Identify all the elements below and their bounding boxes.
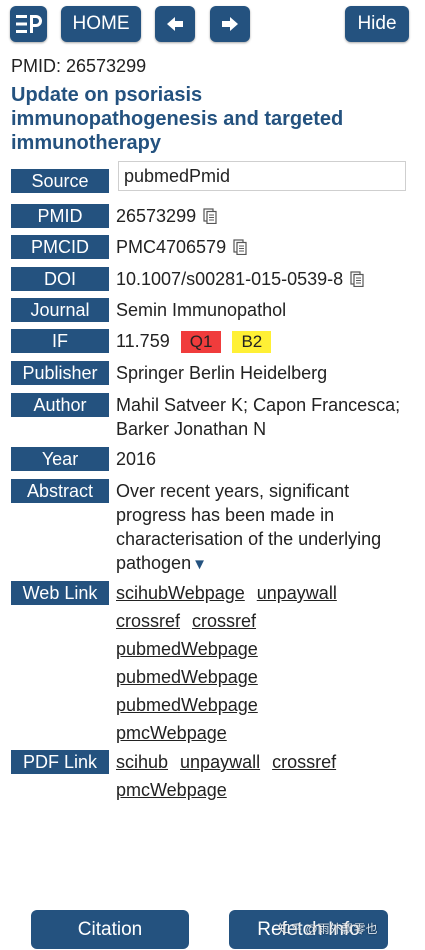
previous-button[interactable] [155,6,195,42]
web-link-crossref[interactable]: crossref [116,611,180,631]
grade-badge: B2 [232,331,272,353]
next-button[interactable] [210,6,250,42]
toolbar: HOME Hide [10,6,409,42]
pmcid-value-wrap: PMC4706579 [116,235,247,259]
copy-icon[interactable] [350,271,364,287]
year-value: 2016 [116,449,157,469]
web-link-label: Web Link [11,581,109,605]
journal-value: Semin Immunopathol [116,300,287,320]
pmid-value: 26573299 [116,206,197,226]
ep-logo-icon [15,15,42,33]
impact-factor-label: IF [11,329,109,353]
arrow-right-icon [222,17,238,31]
source-field[interactable]: pubmedPmid [118,161,406,191]
quartile-badge: Q1 [180,331,222,353]
copy-icon[interactable] [233,239,247,255]
impact-factor-value: 11.759 [116,331,170,351]
pdf-link-scihub[interactable]: scihub [116,752,168,772]
doi-label: DOI [11,267,109,291]
doi-value-wrap: 10.1007/s00281-015-0539-8 [116,267,364,291]
pdf-link-crossref[interactable]: crossref [272,752,336,772]
source-label: Source [11,169,109,193]
impact-factor-value-wrap: 11.759 Q1 B2 [116,329,272,353]
year-label: Year [11,447,109,471]
pmcid-value: PMC4706579 [116,237,227,257]
home-button[interactable]: HOME [61,6,141,42]
watermark: 知乎 @雨外飘零也 [278,922,378,936]
pmid-header: PMID: 26573299 [11,56,147,76]
copy-icon[interactable] [203,208,217,224]
pmid-value-wrap: 26573299 [116,204,217,228]
article-title: Update on psoriasis immunopathogenesis a… [11,84,344,154]
pdf-link-unpaywall[interactable]: unpaywall [180,752,260,772]
abstract-value-wrap: Over recent years, significant progress … [116,479,408,577]
abstract-value: Over recent years, significant progress … [116,481,382,573]
pdf-link-pmcwebpage[interactable]: pmcWebpage [116,780,227,800]
web-link-pubmedwebpage[interactable]: pubmedWebpage [116,639,258,659]
arrow-left-icon [167,17,183,31]
publisher-label: Publisher [11,361,109,385]
pmcid-label: PMCID [11,235,109,259]
pdf-link-list: scihub unpaywall crossref pmcWebpage [116,749,406,805]
publisher-value: Springer Berlin Heidelberg [116,363,328,383]
citation-button[interactable]: Citation [31,910,189,949]
web-link-unpaywall[interactable]: unpaywall [257,583,337,603]
ep-logo-button[interactable] [10,6,47,42]
web-link-pmcwebpage[interactable]: pmcWebpage [116,723,227,743]
web-link-crossref[interactable]: crossref [192,611,256,631]
web-link-pubmedwebpage[interactable]: pubmedWebpage [116,667,258,687]
web-link-pubmedwebpage[interactable]: pubmedWebpage [116,695,258,715]
hide-button[interactable]: Hide [345,6,409,42]
abstract-label: Abstract [11,479,109,503]
author-value: Mahil Satveer K; Capon Francesca; Barker… [116,395,401,439]
pmid-label: PMID [11,204,109,228]
journal-label: Journal [11,298,109,322]
doi-value: 10.1007/s00281-015-0539-8 [116,269,344,289]
expand-abstract-icon[interactable]: ▼ [192,556,207,573]
author-label: Author [11,393,109,417]
pdf-link-label: PDF Link [11,750,109,774]
web-link-scihubwebpage[interactable]: scihubWebpage [116,583,245,603]
web-link-list: scihubWebpage unpaywall crossref crossref … [116,580,406,748]
